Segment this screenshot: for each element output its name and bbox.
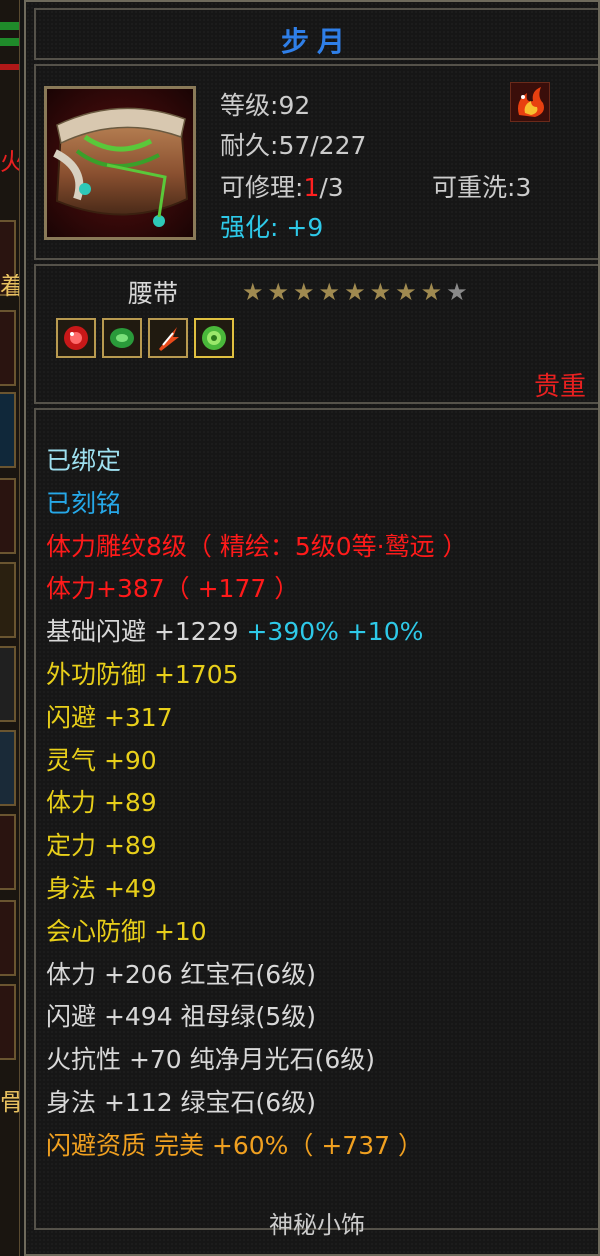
repair-max: /3 <box>319 173 344 202</box>
durability-line: 耐久:57/227 <box>220 126 366 162</box>
attribute-line: 体力 +206 红宝石(6级) <box>46 954 468 997</box>
attribute-line: 火抗性 +70 纯净月光石(6级) <box>46 1039 468 1082</box>
enhance-label: 强化: <box>220 213 279 242</box>
ruby-gem-icon[interactable] <box>56 318 96 358</box>
rarity-label: 贵重 <box>533 372 586 402</box>
attribute-line: 基础闪避 +1229 +390% +10% <box>46 611 468 654</box>
attribute-text: 身法 +112 绿宝石(6级) <box>46 1087 316 1117</box>
background-ui-strip: 火 着 骨 <box>0 0 20 1256</box>
attribute-list: 已绑定已刻铭体力雕纹8级（ 精绘：5级0等·鹫远 ） 体力+387（ +177 ）… <box>46 440 468 1168</box>
attribute-line: 闪避 +317 <box>46 697 468 740</box>
equip-slot[interactable] <box>0 310 16 386</box>
attribute-line: 体力雕纹8级（ 精绘：5级0等·鹫远 ） <box>46 526 468 569</box>
star-rating: ★ ★ ★ ★ ★ ★ ★ ★ ★ <box>242 280 468 304</box>
equip-slot[interactable] <box>0 814 16 890</box>
attribute-text: 体力+387（ +177 ） <box>46 574 300 604</box>
star-filled-icon: ★ <box>369 278 392 306</box>
attribute-text: 闪避资质 完美 +60%（ +737 ） <box>46 1130 423 1160</box>
fire-gem-icon[interactable] <box>148 318 188 358</box>
repair-line: 可修理:1/3 <box>220 168 344 204</box>
attribute-line: 已刻铭 <box>46 483 468 526</box>
equip-slot[interactable] <box>0 478 16 554</box>
attribute-text: 外功防御 +1705 <box>46 659 239 689</box>
attribute-text: 灵气 +90 <box>46 745 157 775</box>
equip-slot[interactable] <box>0 730 16 806</box>
attribute-text: +390% +10% <box>238 617 424 647</box>
item-type: 腰带 <box>128 279 179 308</box>
attribute-line: 身法 +112 绿宝石(6级) <box>46 1082 468 1125</box>
attribute-line: 会心防御 +10 <box>46 911 468 954</box>
hp-bar <box>0 22 19 30</box>
attribute-line: 定力 +89 <box>46 825 468 868</box>
flame-icon <box>510 82 550 122</box>
attribute-line: 闪避 +494 祖母绿(5级) <box>46 996 468 1039</box>
reroll-line: 可重洗:3 <box>432 168 531 204</box>
green-gem-icon[interactable] <box>194 318 234 358</box>
enhance-value: +9 <box>286 213 324 242</box>
enhance-line: 强化: +9 <box>220 208 323 244</box>
star-filled-icon: ★ <box>395 278 417 306</box>
attribute-text: 闪避 +494 祖母绿(5级) <box>46 1002 316 1032</box>
attribute-line: 身法 +49 <box>46 868 468 911</box>
mp-bar <box>0 38 19 46</box>
level-line: 等级:92 <box>220 86 310 122</box>
attribute-line: 外功防御 +1705 <box>46 654 468 697</box>
item-header: 腰带 ★ ★ ★ ★ ★ ★ ★ ★ ★ 贵重 <box>34 264 598 404</box>
level-label: 等级: <box>220 91 279 120</box>
attribute-line: 灵气 +90 <box>46 740 468 783</box>
level-value: 92 <box>278 91 311 120</box>
attribute-line: 体力 +89 <box>46 782 468 825</box>
repair-current: 1 <box>303 173 320 202</box>
attribute-text: 身法 +49 <box>46 873 157 903</box>
strip-glyph: 着 <box>0 274 19 298</box>
footer-text: 神秘小饰 <box>269 1211 365 1239</box>
equip-slot[interactable] <box>0 646 16 722</box>
equip-slot[interactable] <box>0 984 16 1060</box>
equip-slot[interactable] <box>0 392 16 468</box>
item-name: 步月 <box>280 25 353 58</box>
star-empty-icon: ★ <box>446 278 468 306</box>
gem-sockets <box>56 318 234 358</box>
star-filled-icon: ★ <box>293 278 315 306</box>
star-filled-icon: ★ <box>318 278 341 306</box>
emerald-gem-icon[interactable] <box>102 318 142 358</box>
attribute-text: 定力 +89 <box>46 831 157 861</box>
attribute-text: 体力雕纹8级（ 精绘：5级0等·鹫远 ） <box>46 531 468 561</box>
belt-icon[interactable] <box>44 86 196 240</box>
equip-slot[interactable] <box>0 900 16 976</box>
reroll-value: 3 <box>515 173 532 202</box>
attribute-line: 体力+387（ +177 ） <box>46 568 468 611</box>
attribute-text: 基础闪避 +1229 <box>46 617 239 647</box>
attribute-text: 闪避 +317 <box>46 702 173 732</box>
durability-label: 耐久: <box>220 131 279 160</box>
reroll-label: 可重洗: <box>432 173 516 202</box>
attribute-text: 火抗性 +70 纯净月光石(6级) <box>46 1045 376 1075</box>
star-filled-icon: ★ <box>344 278 366 306</box>
repair-label: 可修理: <box>220 173 304 202</box>
attribute-text: 已刻铭 <box>46 488 122 518</box>
star-filled-icon: ★ <box>267 278 290 306</box>
star-filled-icon: ★ <box>420 278 443 306</box>
strip-glyph: 骨 <box>0 1090 19 1114</box>
attribute-text: 体力 +89 <box>46 788 157 818</box>
durability-value: 57/227 <box>278 131 367 160</box>
attribute-line: 闪避资质 完美 +60%（ +737 ） <box>46 1125 468 1168</box>
attribute-text: 会心防御 +10 <box>46 916 207 946</box>
title-bar: 步月 <box>34 8 598 60</box>
energy-bar <box>0 64 19 70</box>
star-filled-icon: ★ <box>242 278 264 306</box>
attribute-line: 已绑定 <box>46 440 468 483</box>
attribute-list-frame: 已绑定已刻铭体力雕纹8级（ 精绘：5级0等·鹫远 ） 体力+387（ +177 ）… <box>34 408 598 1239</box>
strip-glyph: 火 <box>0 150 19 174</box>
item-summary: 等级:92 耐久:57/227 可修理:1/3 可重洗:3 强化: +9 <box>34 64 598 260</box>
equip-slot[interactable] <box>0 562 16 638</box>
item-tooltip: 步月 等级:92 耐久:57/227 可修理:1/3 可重洗:3 强化: +9 … <box>24 0 600 1256</box>
attribute-text: 已绑定 <box>46 446 122 475</box>
attribute-text: 体力 +206 红宝石(6级) <box>46 959 316 989</box>
